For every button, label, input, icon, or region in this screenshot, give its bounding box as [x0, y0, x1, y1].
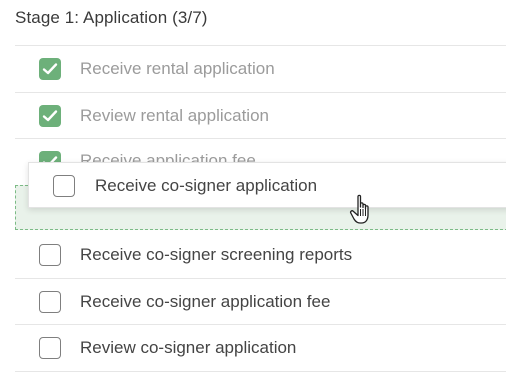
task-row[interactable]: Review co-signer application	[15, 325, 506, 371]
task-row[interactable]: Receive rental application	[15, 46, 506, 92]
checkmark-icon	[42, 110, 58, 122]
task-checkbox[interactable]	[39, 291, 61, 313]
task-checkbox[interactable]	[39, 58, 61, 80]
grab-hand-cursor-icon	[349, 194, 369, 224]
task-label: Receive co-signer application	[95, 176, 318, 195]
task-row[interactable]: Review rental application	[15, 93, 506, 139]
task-label: Receive co-signer application fee	[80, 292, 331, 311]
task-checkbox[interactable]	[39, 105, 61, 127]
task-checkbox[interactable]	[39, 244, 61, 266]
task-row[interactable]: Receive co-signer screening reports	[15, 232, 506, 278]
task-label: Review rental application	[80, 106, 269, 125]
divider	[15, 371, 506, 372]
task-label: Receive rental application	[80, 59, 275, 78]
task-row[interactable]: Receive co-signer application fee	[15, 279, 506, 325]
task-row[interactable]: Receive application fee	[15, 139, 506, 163]
task-label: Receive co-signer screening reports	[80, 245, 353, 264]
task-checkbox[interactable]	[53, 175, 75, 197]
task-checkbox[interactable]	[39, 337, 61, 359]
task-label: Review co-signer application	[80, 338, 297, 357]
dragged-task-card[interactable]: Receive co-signer application	[28, 162, 506, 208]
checkmark-icon	[42, 63, 58, 75]
stage-title: Stage 1: Application (3/7)	[15, 8, 208, 27]
